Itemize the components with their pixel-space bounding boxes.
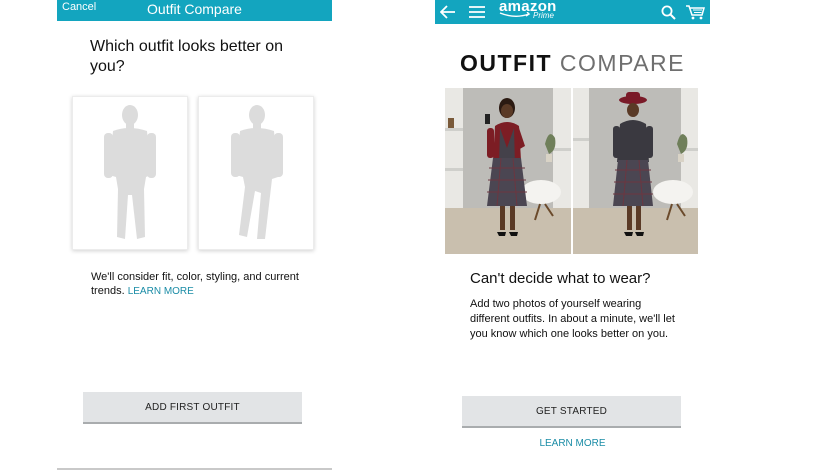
cancel-button[interactable]: Cancel <box>62 1 96 13</box>
man-silhouette-crossed-legs-icon <box>231 105 283 239</box>
outfit-photo-red-hat <box>573 88 698 254</box>
add-first-outfit-button[interactable]: ADD FIRST OUTFIT <box>83 392 302 424</box>
app-store-screenshots: Outfit Compare Cancel Which outfit looks… <box>0 0 840 473</box>
man-silhouette-icon <box>104 105 156 239</box>
divider <box>57 468 332 470</box>
outfit-compare-upload-screen: Outfit Compare Cancel Which outfit looks… <box>57 0 332 473</box>
cart-icon[interactable] <box>684 0 706 24</box>
hero-title: OUTFIT COMPARE <box>435 49 710 77</box>
amazon-prime-logo[interactable]: amazon Prime <box>497 0 563 22</box>
top-bar: Outfit Compare Cancel <box>57 0 332 21</box>
learn-more-link[interactable]: LEARN MORE <box>435 438 710 449</box>
screen-title: Outfit Compare <box>147 1 242 17</box>
outfit-placeholder-1[interactable] <box>72 96 188 250</box>
search-icon[interactable] <box>659 0 677 24</box>
hero-title-light: COMPARE <box>559 50 686 76</box>
hamburger-menu-icon[interactable] <box>467 0 487 24</box>
back-arrow-icon[interactable] <box>439 0 457 24</box>
consider-description: We'll consider fit, color, styling, and … <box>91 270 316 299</box>
learn-more-link[interactable]: LEARN MORE <box>128 286 194 297</box>
intro-body: Add two photos of yourself wearing diffe… <box>470 298 675 340</box>
consider-text: We'll consider fit, color, styling, and … <box>91 271 299 297</box>
outfit-photo-red-jacket <box>445 88 571 254</box>
outfit-compare-intro-screen: amazon Prime OUTFIT COMPARE Can't decide… <box>435 0 710 473</box>
amazon-nav-bar: amazon Prime <box>435 0 710 24</box>
question-heading: Which outfit looks better on you? <box>90 38 283 75</box>
hero-title-bold: OUTFIT <box>459 50 553 76</box>
logo-sub: Prime <box>533 11 554 20</box>
intro-heading: Can't decide what to wear? <box>470 270 651 287</box>
smile-icon <box>499 12 531 17</box>
outfit-placeholder-2[interactable] <box>198 96 314 250</box>
get-started-button[interactable]: GET STARTED <box>462 396 681 428</box>
